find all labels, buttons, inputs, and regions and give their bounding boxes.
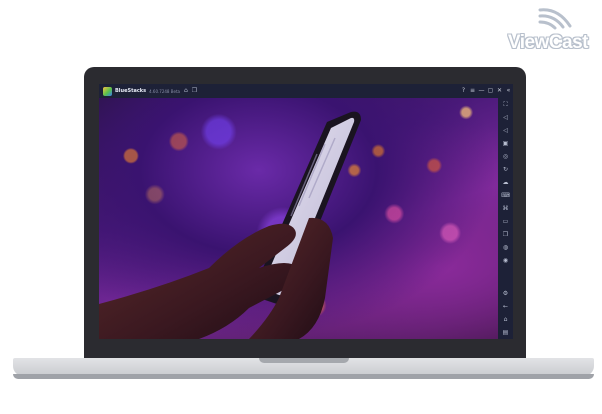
eco-mode-icon[interactable]: ◍ — [498, 241, 513, 254]
window-controls: ? ≡ — ▢ ✕ « — [459, 84, 513, 98]
shake-icon[interactable]: ☁ — [498, 176, 513, 189]
settings-icon[interactable]: ⚙ — [498, 287, 513, 300]
app-version: 4.60.7248 Beta — [149, 88, 180, 94]
multi-instance-icon[interactable]: ❐ — [192, 84, 197, 98]
folder-icon[interactable]: ▭ — [498, 215, 513, 228]
hand-holding-phone-image — [99, 111, 361, 339]
laptop-base-shadow — [13, 374, 594, 379]
volume-down-icon[interactable]: ◁ — [498, 124, 513, 137]
keyboard-controls-icon[interactable]: ⌨ — [498, 189, 513, 202]
app-name: BlueStacks — [115, 88, 147, 94]
maximize-icon[interactable]: ▢ — [486, 84, 495, 98]
signal-waves-icon — [538, 8, 572, 30]
bluestacks-logo-icon — [103, 86, 112, 96]
laptop-opening-notch — [259, 358, 349, 363]
logo-wordmark: ViewCast — [507, 32, 589, 53]
home-nav-icon[interactable]: ⌂ — [498, 313, 513, 326]
emulator-window: BlueStacks 4.60.7248 Beta ⌂ ❐ ? ≡ — ▢ ✕ « — [99, 84, 513, 339]
help-icon[interactable]: ? — [459, 84, 468, 98]
copy-icon[interactable]: ❐ — [498, 228, 513, 241]
location-icon[interactable]: ◉ — [498, 254, 513, 267]
screen-recorder-icon[interactable]: ▣ — [498, 137, 513, 150]
collapse-sidebar-icon[interactable]: « — [504, 84, 513, 98]
volume-up-icon[interactable]: ◁ — [498, 111, 513, 124]
minimize-icon[interactable]: — — [477, 84, 486, 98]
screenshot-icon[interactable]: ◎ — [498, 150, 513, 163]
rotate-icon[interactable]: ↻ — [498, 163, 513, 176]
macro-icon[interactable]: ⌘ — [498, 202, 513, 215]
home-icon[interactable]: ⌂ — [184, 84, 188, 98]
recent-apps-icon[interactable]: ▤ — [498, 326, 513, 339]
fullscreen-icon[interactable]: ⛶ — [498, 98, 513, 111]
emulator-titlebar: BlueStacks 4.60.7248 Beta ⌂ ❐ ? ≡ — ▢ ✕ « — [99, 84, 513, 98]
app-display[interactable] — [99, 98, 498, 339]
back-icon[interactable]: ← — [498, 300, 513, 313]
close-icon[interactable]: ✕ — [495, 84, 504, 98]
viewcast-logo: ViewCast — [498, 6, 592, 53]
emulator-sidebar: ⛶ ◁ ◁ ▣ ◎ ↻ ☁ ⌨ ⌘ ▭ ❐ ◍ ◉ ⚙ ← ⌂ ▤ — [498, 98, 513, 339]
menu-icon[interactable]: ≡ — [468, 84, 477, 98]
